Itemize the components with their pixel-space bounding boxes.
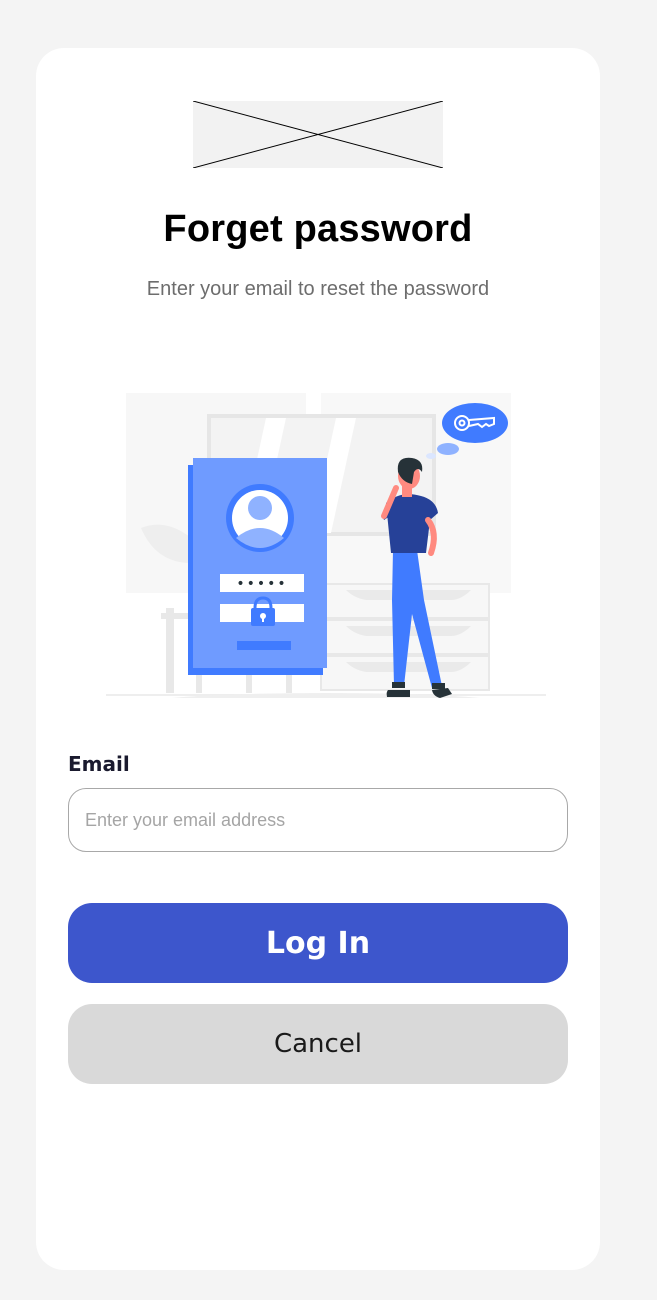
email-input[interactable] — [68, 788, 568, 852]
page-subtitle: Enter your email to reset the password — [146, 278, 490, 300]
login-button[interactable]: Log In — [68, 903, 568, 983]
page-title: Forget password — [163, 208, 473, 250]
cancel-button[interactable]: Cancel — [68, 1004, 568, 1084]
svg-text:•••••: ••••• — [236, 576, 287, 592]
logo-placeholder-image — [193, 101, 443, 168]
forgot-password-illustration: ••••• — [106, 393, 546, 698]
forgot-password-card: Forget password Enter your email to rese… — [36, 48, 600, 1270]
email-label: Email — [68, 752, 130, 776]
login-panel-graphic: ••••• — [188, 458, 327, 675]
